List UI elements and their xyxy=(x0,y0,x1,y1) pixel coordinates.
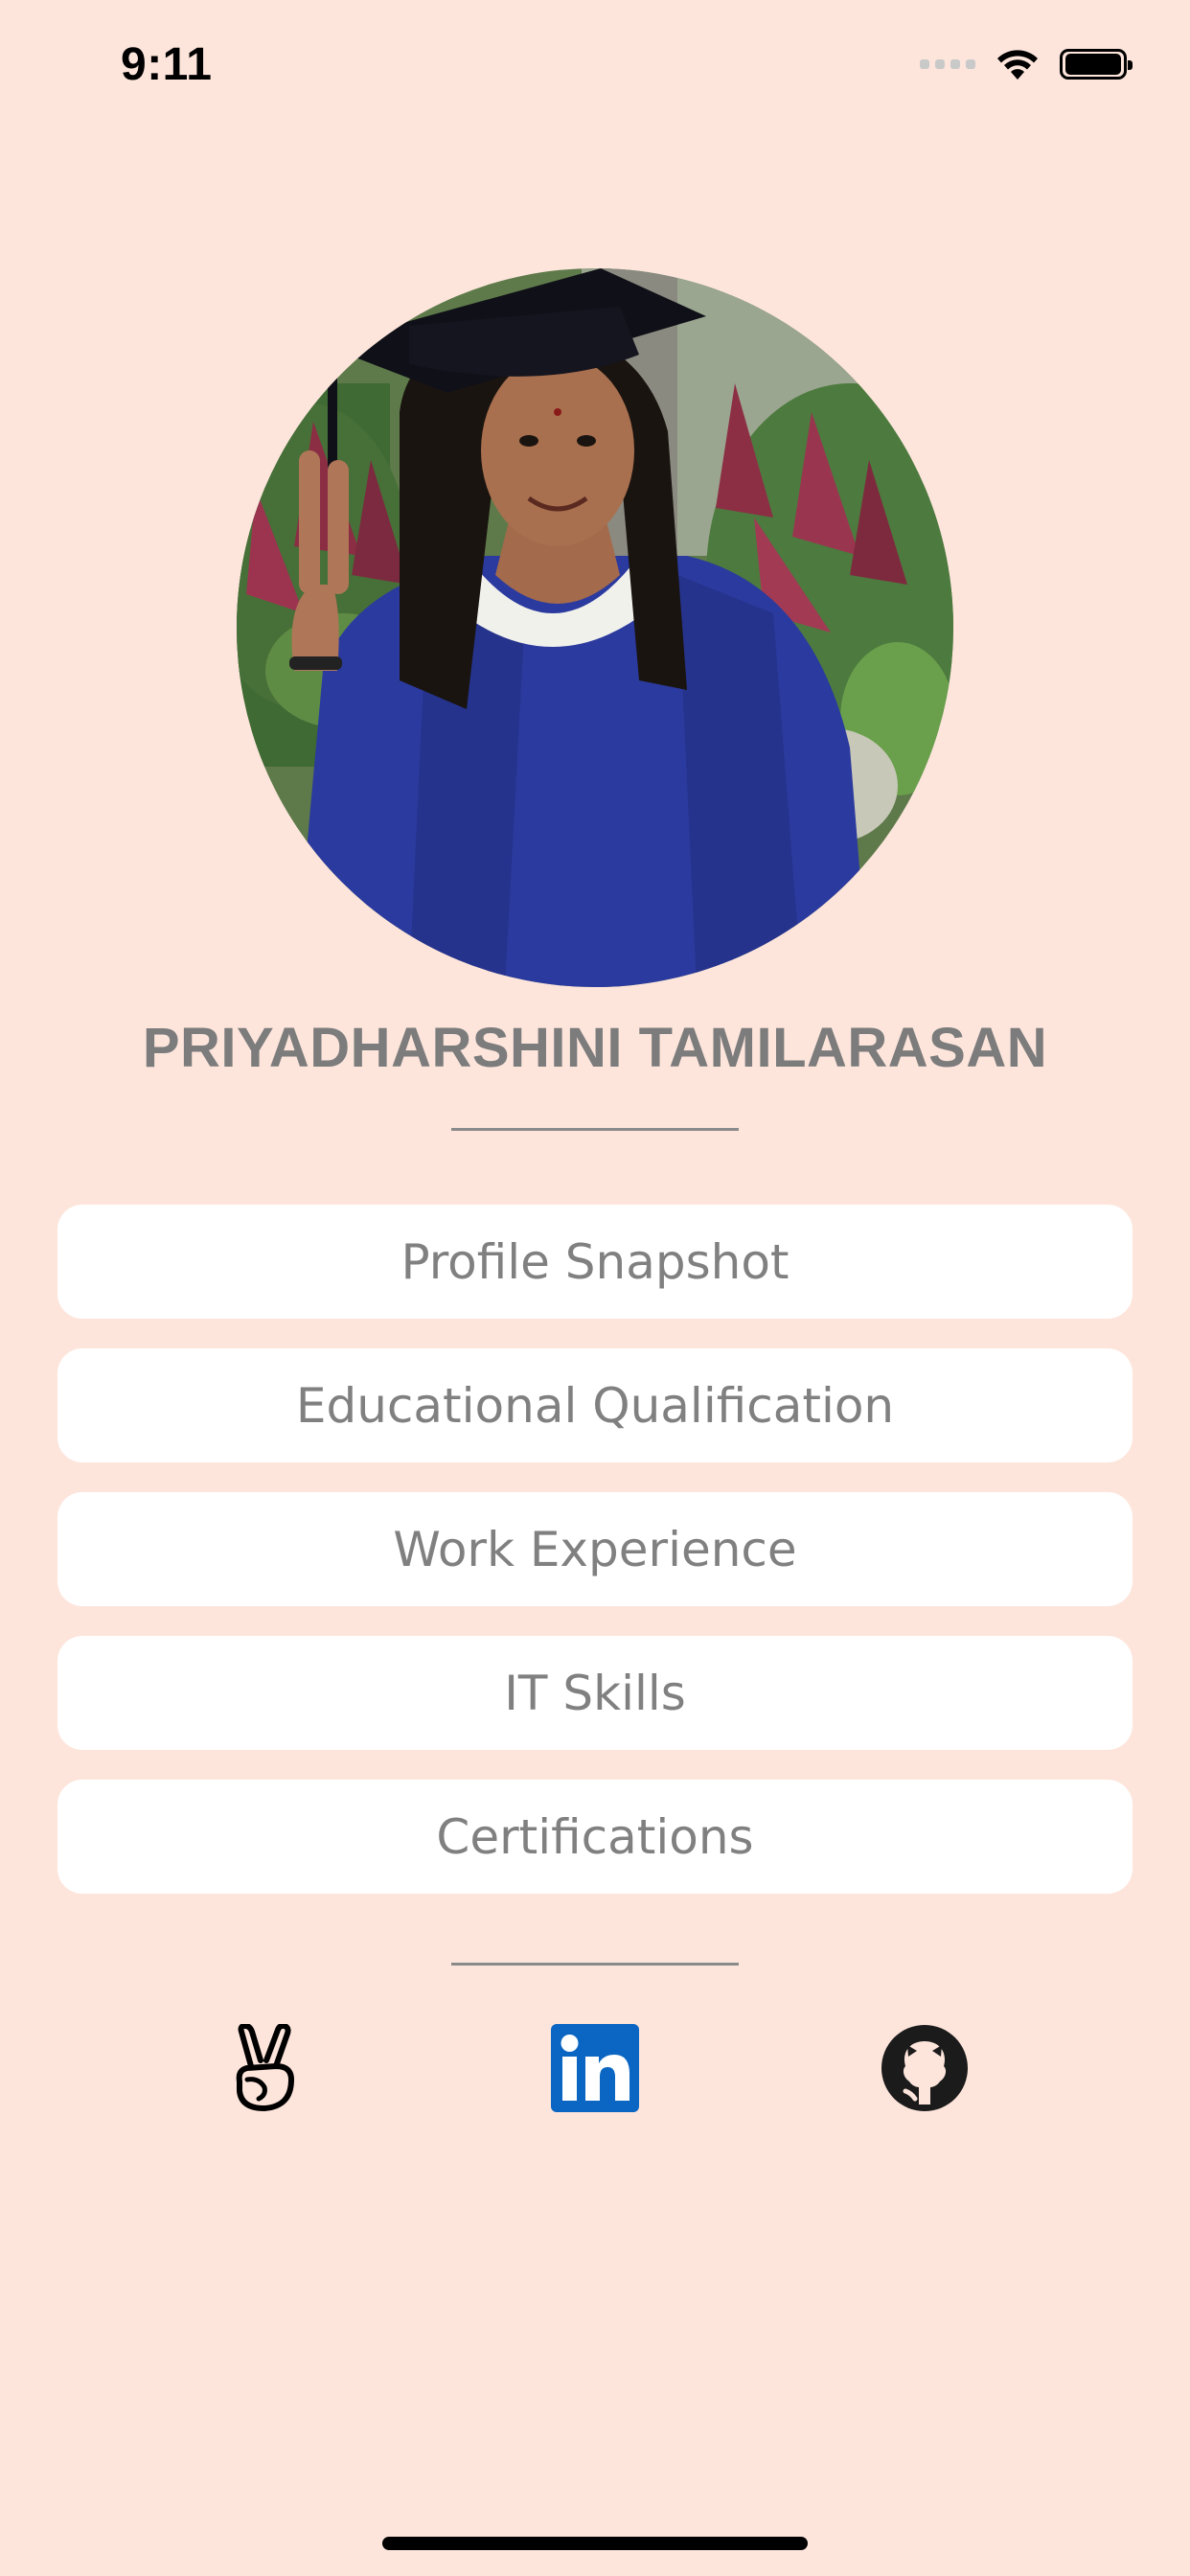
home-indicator[interactable] xyxy=(382,2537,808,2550)
graduate-photo-icon xyxy=(237,268,953,987)
status-time: 9:11 xyxy=(121,39,213,90)
educational-qualification-button[interactable]: Educational Qualification xyxy=(57,1348,1133,1462)
certifications-button[interactable]: Certifications xyxy=(57,1780,1133,1894)
divider-top xyxy=(451,1128,739,1131)
github-link[interactable] xyxy=(881,2024,969,2112)
angellist-link[interactable] xyxy=(221,2024,309,2112)
menu-list: Profile Snapshot Educational Qualificati… xyxy=(57,1205,1133,1894)
github-icon xyxy=(881,2025,968,2111)
profile-snapshot-button[interactable]: Profile Snapshot xyxy=(57,1205,1133,1319)
battery-icon xyxy=(1060,49,1133,80)
linkedin-link[interactable] xyxy=(551,2024,639,2112)
it-skills-button[interactable]: IT Skills xyxy=(57,1636,1133,1750)
profile-name: PRIYADHARSHINI TAMILARASAN xyxy=(142,1017,1048,1079)
linkedin-icon xyxy=(551,2024,639,2112)
social-links xyxy=(0,2024,1190,2112)
status-icons xyxy=(920,42,1133,86)
angellist-icon xyxy=(236,2024,294,2111)
cellular-signal-icon xyxy=(920,59,975,69)
work-experience-button[interactable]: Work Experience xyxy=(57,1492,1133,1606)
status-bar: 9:11 xyxy=(0,0,1190,134)
divider-bottom xyxy=(451,1963,739,1966)
profile-avatar xyxy=(237,268,953,987)
wifi-icon xyxy=(997,50,1038,80)
